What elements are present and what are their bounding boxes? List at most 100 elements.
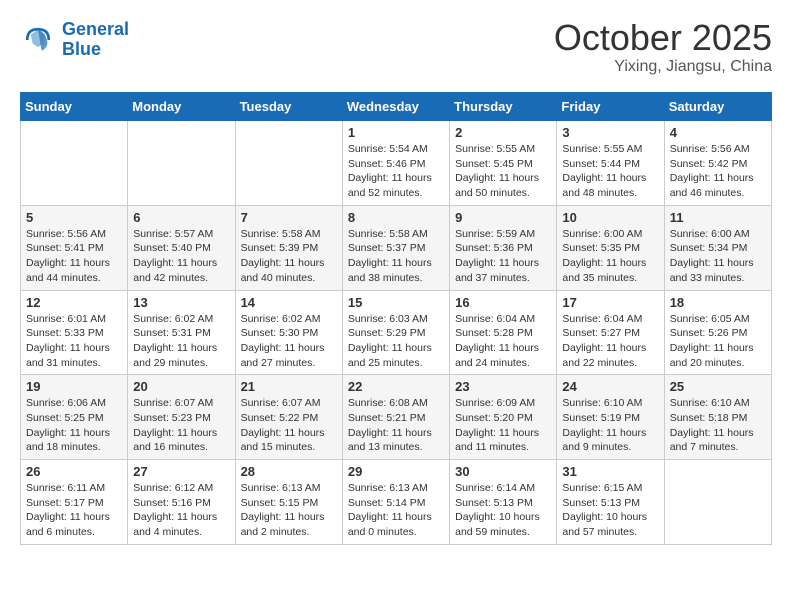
day-number: 10 [562, 210, 658, 225]
day-info: Sunrise: 6:11 AMSunset: 5:17 PMDaylight:… [26, 481, 122, 540]
day-number: 24 [562, 379, 658, 394]
day-number: 23 [455, 379, 551, 394]
day-number: 2 [455, 125, 551, 140]
calendar-cell: 11 Sunrise: 6:00 AMSunset: 5:34 PMDayligh… [664, 205, 771, 290]
day-info: Sunrise: 6:02 AMSunset: 5:31 PMDaylight:… [133, 312, 229, 371]
week-row-5: 26 Sunrise: 6:11 AMSunset: 5:17 PMDayligh… [21, 460, 772, 545]
calendar-cell: 14 Sunrise: 6:02 AMSunset: 5:30 PMDayligh… [235, 290, 342, 375]
day-info: Sunrise: 5:54 AMSunset: 5:46 PMDaylight:… [348, 142, 444, 201]
day-info: Sunrise: 5:55 AMSunset: 5:45 PMDaylight:… [455, 142, 551, 201]
week-row-3: 12Sunrise: 6:01 AMSunset: 5:33 PMDayligh… [21, 290, 772, 375]
location: Yixing, Jiangsu, China [554, 58, 772, 76]
calendar-cell: 12Sunrise: 6:01 AMSunset: 5:33 PMDayligh… [21, 290, 128, 375]
day-number: 21 [241, 379, 337, 394]
weekday-monday: Monday [128, 93, 235, 121]
day-number: 20 [133, 379, 229, 394]
calendar-cell: 21 Sunrise: 6:07 AMSunset: 5:22 PMDayligh… [235, 375, 342, 460]
week-row-1: 1 Sunrise: 5:54 AMSunset: 5:46 PMDaylight… [21, 121, 772, 206]
calendar-cell: 18 Sunrise: 6:05 AMSunset: 5:26 PMDayligh… [664, 290, 771, 375]
day-number: 15 [348, 295, 444, 310]
day-info: Sunrise: 6:12 AMSunset: 5:16 PMDaylight:… [133, 481, 229, 540]
day-info: Sunrise: 6:00 AMSunset: 5:34 PMDaylight:… [670, 227, 766, 286]
weekday-header-row: SundayMondayTuesdayWednesdayThursdayFrid… [21, 93, 772, 121]
day-info: Sunrise: 5:57 AMSunset: 5:40 PMDaylight:… [133, 227, 229, 286]
day-number: 13 [133, 295, 229, 310]
day-number: 31 [562, 464, 658, 479]
calendar-cell [21, 121, 128, 206]
day-number: 18 [670, 295, 766, 310]
calendar-cell: 22Sunrise: 6:08 AMSunset: 5:21 PMDayligh… [342, 375, 449, 460]
calendar-cell [664, 460, 771, 545]
day-number: 5 [26, 210, 122, 225]
calendar-cell: 13 Sunrise: 6:02 AMSunset: 5:31 PMDayligh… [128, 290, 235, 375]
day-info: Sunrise: 6:13 AMSunset: 5:14 PMDaylight:… [348, 481, 444, 540]
day-info: Sunrise: 5:56 AMSunset: 5:41 PMDaylight:… [26, 227, 122, 286]
calendar-cell: 27Sunrise: 6:12 AMSunset: 5:16 PMDayligh… [128, 460, 235, 545]
weekday-wednesday: Wednesday [342, 93, 449, 121]
day-info: Sunrise: 6:01 AMSunset: 5:33 PMDaylight:… [26, 312, 122, 371]
day-number: 7 [241, 210, 337, 225]
day-info: Sunrise: 5:56 AMSunset: 5:42 PMDaylight:… [670, 142, 766, 201]
day-info: Sunrise: 6:10 AMSunset: 5:19 PMDaylight:… [562, 396, 658, 455]
calendar-cell [235, 121, 342, 206]
day-number: 8 [348, 210, 444, 225]
day-info: Sunrise: 6:13 AMSunset: 5:15 PMDaylight:… [241, 481, 337, 540]
calendar-cell: 7 Sunrise: 5:58 AMSunset: 5:39 PMDaylight… [235, 205, 342, 290]
day-number: 17 [562, 295, 658, 310]
calendar-table: SundayMondayTuesdayWednesdayThursdayFrid… [20, 92, 772, 545]
day-number: 30 [455, 464, 551, 479]
day-number: 14 [241, 295, 337, 310]
day-info: Sunrise: 6:08 AMSunset: 5:21 PMDaylight:… [348, 396, 444, 455]
day-number: 16 [455, 295, 551, 310]
day-info: Sunrise: 6:04 AMSunset: 5:28 PMDaylight:… [455, 312, 551, 371]
logo-general: General [62, 19, 129, 39]
calendar-cell: 29 Sunrise: 6:13 AMSunset: 5:14 PMDayligh… [342, 460, 449, 545]
day-number: 11 [670, 210, 766, 225]
day-info: Sunrise: 5:59 AMSunset: 5:36 PMDaylight:… [455, 227, 551, 286]
calendar-cell: 15 Sunrise: 6:03 AMSunset: 5:29 PMDayligh… [342, 290, 449, 375]
calendar-cell: 20Sunrise: 6:07 AMSunset: 5:23 PMDayligh… [128, 375, 235, 460]
day-number: 19 [26, 379, 122, 394]
day-info: Sunrise: 6:14 AMSunset: 5:13 PMDaylight:… [455, 481, 551, 540]
calendar-cell: 17Sunrise: 6:04 AMSunset: 5:27 PMDayligh… [557, 290, 664, 375]
day-info: Sunrise: 6:03 AMSunset: 5:29 PMDaylight:… [348, 312, 444, 371]
week-row-2: 5 Sunrise: 5:56 AMSunset: 5:41 PMDaylight… [21, 205, 772, 290]
day-info: Sunrise: 6:00 AMSunset: 5:35 PMDaylight:… [562, 227, 658, 286]
calendar-cell: 5 Sunrise: 5:56 AMSunset: 5:41 PMDaylight… [21, 205, 128, 290]
calendar-cell: 31 Sunrise: 6:15 AMSunset: 5:13 PMDayligh… [557, 460, 664, 545]
weekday-sunday: Sunday [21, 93, 128, 121]
day-number: 4 [670, 125, 766, 140]
day-info: Sunrise: 6:05 AMSunset: 5:26 PMDaylight:… [670, 312, 766, 371]
calendar-cell: 6Sunrise: 5:57 AMSunset: 5:40 PMDaylight… [128, 205, 235, 290]
day-info: Sunrise: 6:07 AMSunset: 5:22 PMDaylight:… [241, 396, 337, 455]
calendar-cell: 9 Sunrise: 5:59 AMSunset: 5:36 PMDaylight… [450, 205, 557, 290]
day-info: Sunrise: 5:58 AMSunset: 5:37 PMDaylight:… [348, 227, 444, 286]
calendar-cell: 30 Sunrise: 6:14 AMSunset: 5:13 PMDayligh… [450, 460, 557, 545]
calendar-cell [128, 121, 235, 206]
day-info: Sunrise: 5:58 AMSunset: 5:39 PMDaylight:… [241, 227, 337, 286]
calendar-cell: 4 Sunrise: 5:56 AMSunset: 5:42 PMDaylight… [664, 121, 771, 206]
day-info: Sunrise: 6:15 AMSunset: 5:13 PMDaylight:… [562, 481, 658, 540]
day-number: 1 [348, 125, 444, 140]
logo-blue: Blue [62, 39, 101, 59]
weekday-friday: Friday [557, 93, 664, 121]
day-number: 25 [670, 379, 766, 394]
calendar-cell: 24 Sunrise: 6:10 AMSunset: 5:19 PMDayligh… [557, 375, 664, 460]
month-title: October 2025 [554, 20, 772, 56]
calendar-cell: 3Sunrise: 5:55 AMSunset: 5:44 PMDaylight… [557, 121, 664, 206]
day-number: 28 [241, 464, 337, 479]
calendar-cell: 25 Sunrise: 6:10 AMSunset: 5:18 PMDayligh… [664, 375, 771, 460]
day-number: 29 [348, 464, 444, 479]
calendar-cell: 10 Sunrise: 6:00 AMSunset: 5:35 PMDayligh… [557, 205, 664, 290]
weekday-saturday: Saturday [664, 93, 771, 121]
day-number: 26 [26, 464, 122, 479]
day-info: Sunrise: 6:02 AMSunset: 5:30 PMDaylight:… [241, 312, 337, 371]
weekday-thursday: Thursday [450, 93, 557, 121]
title-block: October 2025 Yixing, Jiangsu, China [554, 20, 772, 76]
calendar-cell: 26 Sunrise: 6:11 AMSunset: 5:17 PMDayligh… [21, 460, 128, 545]
day-info: Sunrise: 6:10 AMSunset: 5:18 PMDaylight:… [670, 396, 766, 455]
calendar-cell: 2 Sunrise: 5:55 AMSunset: 5:45 PMDaylight… [450, 121, 557, 206]
logo: General Blue [20, 20, 129, 60]
day-info: Sunrise: 6:06 AMSunset: 5:25 PMDaylight:… [26, 396, 122, 455]
day-number: 9 [455, 210, 551, 225]
